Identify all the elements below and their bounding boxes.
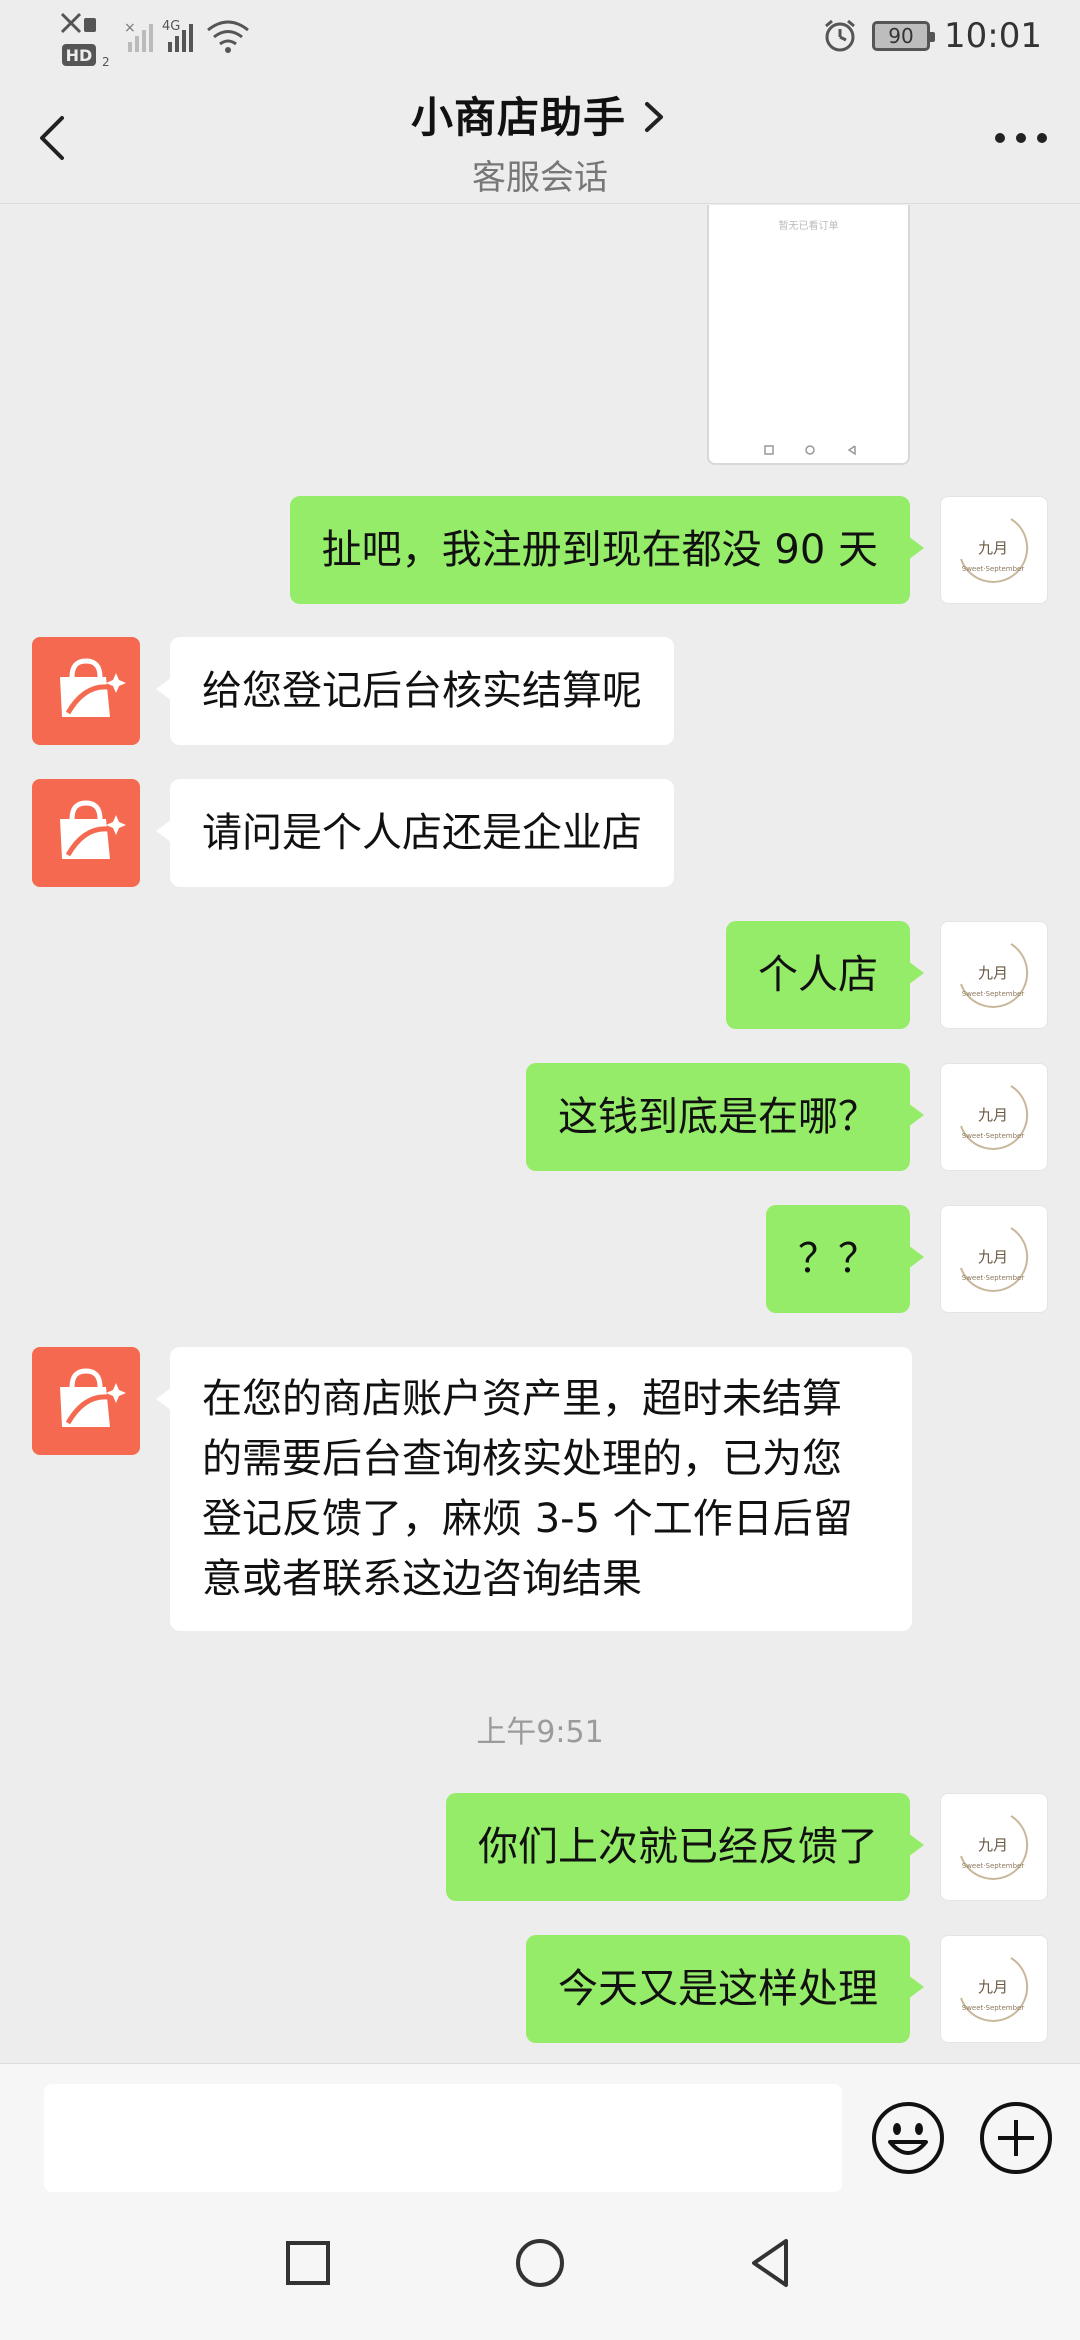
shopping-bag-icon	[60, 658, 126, 717]
svg-text:×: ×	[124, 20, 136, 36]
emoji-icon	[872, 2102, 944, 2174]
user-avatar[interactable]: 九月 Sweet·September	[940, 1935, 1048, 2043]
svg-text:Sweet·September: Sweet·September	[962, 1132, 1025, 1140]
message-input[interactable]	[44, 2084, 842, 2192]
nav-title-wrap[interactable]: 小商店助手	[0, 84, 1080, 145]
svg-text:九月: 九月	[978, 1978, 1008, 1996]
user-avatar[interactable]: 九月 Sweet·September	[940, 496, 1048, 604]
system-nav-bar	[0, 2203, 1080, 2340]
status-bar: HD 2 × 4G 90 10:01	[0, 0, 1080, 72]
user-avatar-logo: 九月 Sweet·September	[960, 1085, 1029, 1150]
page-subtitle: 客服会话	[472, 158, 608, 198]
message-row: 今天又是这样处理 九月 Sweet·September	[0, 1935, 1080, 2045]
svg-text:Sweet·September: Sweet·September	[962, 565, 1025, 573]
page-title[interactable]: 小商店助手	[411, 93, 626, 142]
alarm-icon	[825, 19, 855, 52]
shopping-bag-icon	[60, 800, 126, 859]
plus-button[interactable]	[978, 2100, 1054, 2176]
message-row: 这钱到底是在哪？ 九月 Sweet·September	[0, 1063, 1080, 1173]
status-time: 10:01	[944, 16, 1042, 56]
user-avatar-logo: 九月 Sweet·September	[960, 943, 1029, 1008]
user-avatar-logo: 九月 Sweet·September	[960, 1957, 1029, 2022]
bot-avatar[interactable]	[32, 1347, 140, 1455]
message-row: 请问是个人店还是企业店	[0, 779, 1080, 889]
message-bubble-received[interactable]: 请问是个人店还是企业店	[156, 779, 674, 887]
user-avatar-logo: 九月 Sweet·September	[960, 1227, 1029, 1292]
message-bubble-received[interactable]: 在您的商店账户资产里，超时未结算的需要后台查询核实处理的，已为您登记反馈了，麻烦…	[156, 1347, 912, 1631]
message-row: ？？ 九月 Sweet·September	[0, 1205, 1080, 1315]
svg-text:九月: 九月	[978, 1836, 1008, 1854]
svg-text:4G: 4G	[162, 19, 180, 34]
message-bubble-sent[interactable]: 扯吧，我注册到现在都没 90 天	[289, 496, 925, 604]
message-row: 你们上次就已经反馈了 九月 Sweet·September	[0, 1793, 1080, 1903]
square-icon	[286, 2241, 330, 2285]
message-row: 在您的商店账户资产里，超时未结算的需要后台查询核实处理的，已为您登记反馈了，麻烦…	[0, 1347, 1080, 1657]
svg-text:2: 2	[102, 55, 110, 68]
user-avatar[interactable]: 九月 Sweet·September	[940, 1205, 1048, 1313]
chat-area[interactable]: 暂无已看订单 扯吧，我注册到现在都没 90 天 九月 Sweet·Septemb…	[0, 205, 1080, 2063]
recents-button[interactable]	[278, 2233, 338, 2293]
emoji-button[interactable]	[870, 2100, 946, 2176]
home-button[interactable]	[510, 2233, 570, 2293]
svg-text:九月: 九月	[978, 539, 1008, 557]
message-bubble-sent[interactable]: 这钱到底是在哪？	[526, 1063, 924, 1171]
plus-icon	[980, 2102, 1052, 2174]
input-bar	[0, 2063, 1080, 2203]
signal-icon: HD 2 × 4G	[60, 12, 249, 69]
svg-text:九月: 九月	[978, 964, 1008, 982]
image-caption: 暂无已看订单	[778, 221, 839, 232]
svg-text:Sweet·September: Sweet·September	[962, 1274, 1025, 1282]
message-timestamp: 上午9:51	[476, 1715, 604, 1750]
svg-text:Sweet·September: Sweet·September	[962, 2004, 1025, 2012]
chevron-right-icon	[645, 102, 664, 132]
triangle-back-icon	[752, 2239, 788, 2287]
shopping-bag-icon	[60, 1368, 126, 1427]
more-dots-icon	[995, 133, 1047, 143]
svg-text:Sweet·September: Sweet·September	[962, 1862, 1025, 1870]
message-bubble-sent[interactable]: 个人店	[726, 921, 924, 1029]
wifi-icon	[207, 20, 249, 46]
phone-screenshot-nav-icon	[764, 445, 856, 456]
message-row: 扯吧，我注册到现在都没 90 天 九月 Sweet·September	[0, 495, 1080, 605]
bot-avatar[interactable]	[32, 779, 140, 887]
message-bubble-sent[interactable]: 你们上次就已经反馈了	[446, 1793, 924, 1901]
more-button[interactable]	[986, 116, 1056, 160]
status-right: 90 10:01	[822, 14, 1042, 58]
message-bubble-received[interactable]: 给您登记后台核实结算呢	[156, 637, 674, 745]
user-avatar[interactable]: 九月 Sweet·September	[940, 1063, 1048, 1171]
circle-icon	[516, 2239, 564, 2287]
battery-indicator: 90	[872, 21, 936, 51]
system-back-button[interactable]	[742, 2233, 802, 2293]
svg-text:Sweet·September: Sweet·September	[962, 990, 1025, 998]
svg-text:九月: 九月	[978, 1248, 1008, 1266]
message-row: 个人店 九月 Sweet·September	[0, 921, 1080, 1031]
svg-text:九月: 九月	[978, 1106, 1008, 1124]
user-avatar-logo: 九月 Sweet·September	[960, 1815, 1029, 1880]
nav-bar: 小商店助手 客服会话	[0, 72, 1080, 204]
message-bubble-sent[interactable]: 今天又是这样处理	[526, 1935, 924, 2043]
bot-avatar[interactable]	[32, 637, 140, 745]
svg-text:HD: HD	[66, 46, 93, 65]
message-bubble-sent[interactable]: ？？	[766, 1205, 924, 1313]
user-avatar-logo: 九月 Sweet·September	[960, 518, 1029, 583]
status-indicators: HD 2 × 4G	[58, 8, 268, 69]
user-avatar[interactable]: 九月 Sweet·September	[940, 921, 1048, 1029]
message-row: 给您登记后台核实结算呢	[0, 637, 1080, 747]
user-avatar[interactable]: 九月 Sweet·September	[940, 1793, 1048, 1901]
image-message[interactable]: 暂无已看订单	[707, 205, 910, 465]
